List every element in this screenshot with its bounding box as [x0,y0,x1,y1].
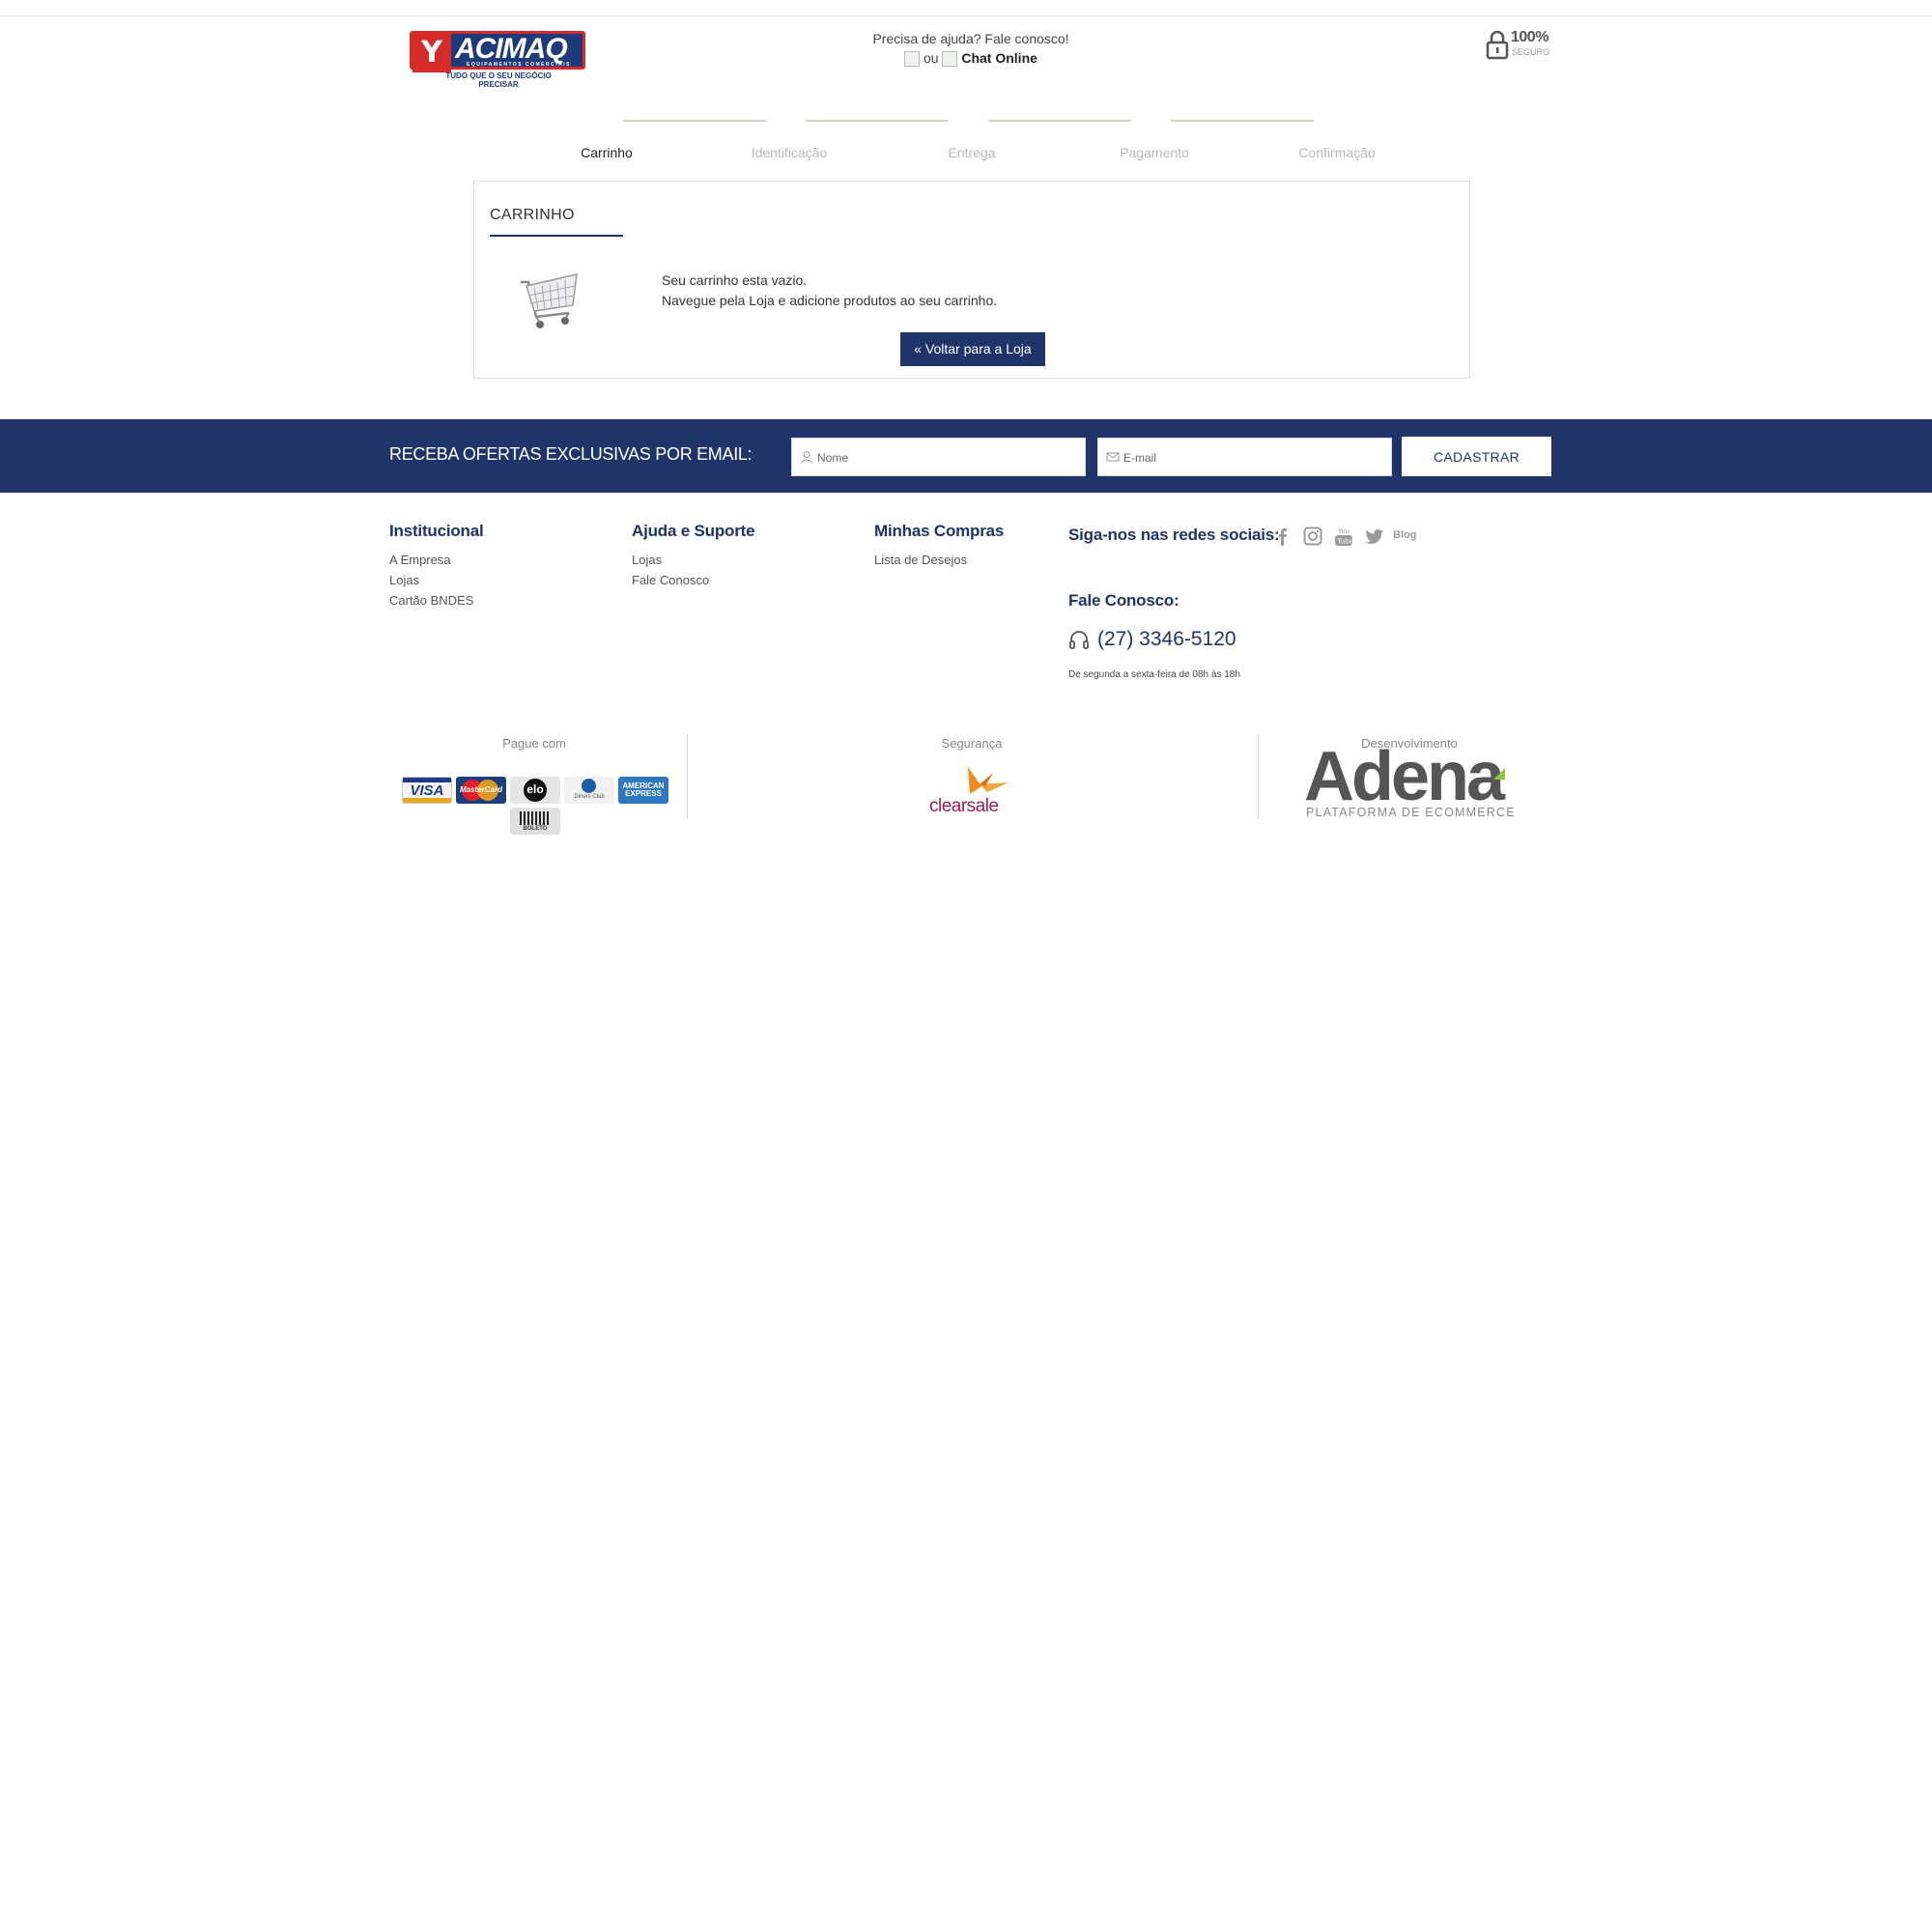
contact-hours: De segunda a sexta-feira de 08h às 18h [1068,669,1240,680]
footer-link-fale-conosco[interactable]: Fale Conosco [632,570,754,590]
mastercard-icon: MasterCard [456,777,506,804]
footer-col-ajuda: Ajuda e Suporte Lojas Fale Conosco [632,522,755,590]
adena-brand: Adena [1304,738,1505,815]
footer-link-lojas[interactable]: Lojas [389,570,484,590]
twitter-icon[interactable] [1364,526,1385,547]
acimaq-logo[interactable]: Y ACIMAQ EQUIPAMENTOS COMERCIAIS TUDO QU… [410,31,585,89]
blog-link[interactable]: Blog [1393,529,1416,541]
clearsale-brand: clearsale [929,796,999,816]
cart-title: CARRINHO [490,207,575,223]
chat-online-link[interactable]: Chat Online [961,50,1037,66]
step-connector [623,120,766,122]
boleto-label: BOLETO [523,826,548,832]
instagram-icon[interactable] [1302,526,1323,547]
diners-card-icon: Diners Club [564,777,614,804]
logo-mark-icon: Y [412,34,451,72]
svg-text:You: You [1337,527,1350,535]
footer-link-lista-desejos[interactable]: Lista de Desejos [874,550,1004,570]
bottom-divider [687,734,688,819]
logo-box: Y ACIMAQ EQUIPAMENTOS COMERCIAIS [410,31,585,72]
envelope-icon [1106,452,1120,462]
chat-image-icon[interactable] [942,51,958,68]
contact-title: Fale Conosco: [1068,591,1179,610]
name-input[interactable]: Nome [791,438,1086,476]
secure-badge: 100% SEGURO [1484,27,1561,62]
cart-title-underline [490,235,623,237]
shopping-cart-icon [521,273,578,328]
step-carrinho: Carrinho [581,145,633,160]
adena-subtitle: PLATAFORMA DE ECOMMERCE [1306,806,1516,819]
help-block: Precisa de ajuda? Fale conosco! ou Chat … [821,31,1121,68]
cart-empty-text: Seu carrinho esta vazio. [662,272,808,288]
step-entrega: Entrega [948,145,996,160]
step-identificacao: Identificação [751,145,828,160]
footer-link-a-empresa[interactable]: A Empresa [389,550,484,570]
social-label: Siga-nos nas redes sociais: [1068,526,1280,544]
logo-subtitle: EQUIPAMENTOS COMERCIAIS [467,62,571,68]
cart-panel: CARRINHO Seu carrinho esta vazio. Navegu… [473,181,1470,379]
elo-card-label: elo [526,782,544,796]
pay-label: Pague com [502,736,566,751]
footer-link-cartao-bndes[interactable]: Cartão BNDES [389,590,484,611]
headset-icon [1069,631,1089,649]
amex-card-icon: AMERICAN EXPRESS [618,777,668,804]
logo-tagline: TUDO QUE O SEU NEGÓCIO PRECISAR [445,71,552,89]
email-placeholder: E-mail [1123,451,1157,465]
step-pagamento: Pagamento [1120,145,1189,160]
secure-percent: 100% [1511,29,1548,45]
youtube-icon[interactable]: You Tube [1333,526,1354,547]
elo-card-icon: elo [510,777,560,804]
boleto-icon: BOLETO [510,808,560,835]
or-text: ou [923,50,939,66]
help-text: Precisa de ajuda? Fale conosco! [872,31,1069,46]
step-connector [988,120,1131,122]
clearsale-logo[interactable]: clearsale [929,765,1026,819]
adena-accent-icon [1493,768,1505,780]
adena-logo[interactable]: Adena PLATAFORMA DE ECOMMERCE [1304,738,1516,826]
back-to-store-button[interactable]: « Voltar para a Loja [900,332,1045,366]
step-connector [1171,120,1314,122]
subscribe-button[interactable]: CADASTRAR [1402,437,1551,476]
svg-text:Tube: Tube [1337,538,1353,546]
bottom-divider [1258,734,1259,819]
step-connector [806,120,949,122]
email-input[interactable]: E-mail [1097,438,1392,476]
diners-card-label: Diners Club [574,794,605,800]
footer-col-title: Institucional [389,522,484,540]
secure-label: SEGURO [1512,47,1550,57]
step-confirmacao: Confirmação [1298,145,1376,160]
lock-icon [1486,30,1509,60]
top-divider [0,15,1932,16]
footer-col-minhas-compras: Minhas Compras Lista de Desejos [874,522,1004,570]
footer-col-title: Ajuda e Suporte [632,522,755,540]
logo-brand: ACIMAQ [455,33,568,65]
newsletter-label: RECEBA OFERTAS EXCLUSIVAS POR EMAIL: [389,444,753,464]
user-icon [801,451,812,464]
clearsale-bird-icon [968,767,1009,794]
contact-phone: (27) 3346-5120 [1097,628,1236,650]
visa-card-icon: VISA [402,777,452,804]
footer-col-title: Minhas Compras [874,522,1005,540]
amex-card-label: AMERICAN EXPRESS [622,781,665,798]
name-placeholder: Nome [817,451,849,465]
visa-card-label: VISA [410,782,444,799]
security-label: Segurança [941,736,1003,751]
facebook-icon[interactable] [1273,526,1294,547]
mastercard-label: MasterCard [459,785,502,794]
cart-message: Seu carrinho esta vazio. Navegue pela Lo… [662,270,997,311]
footer-col-institucional: Institucional A Empresa Lojas Cartão BND… [389,522,484,611]
phone-image-icon[interactable] [904,51,921,68]
footer-link-lojas[interactable]: Lojas [632,550,754,570]
cart-hint-text: Navegue pela Loja e adicione produtos ao… [662,293,998,308]
newsletter-bar: RECEBA OFERTAS EXCLUSIVAS POR EMAIL: Nom… [0,419,1932,493]
